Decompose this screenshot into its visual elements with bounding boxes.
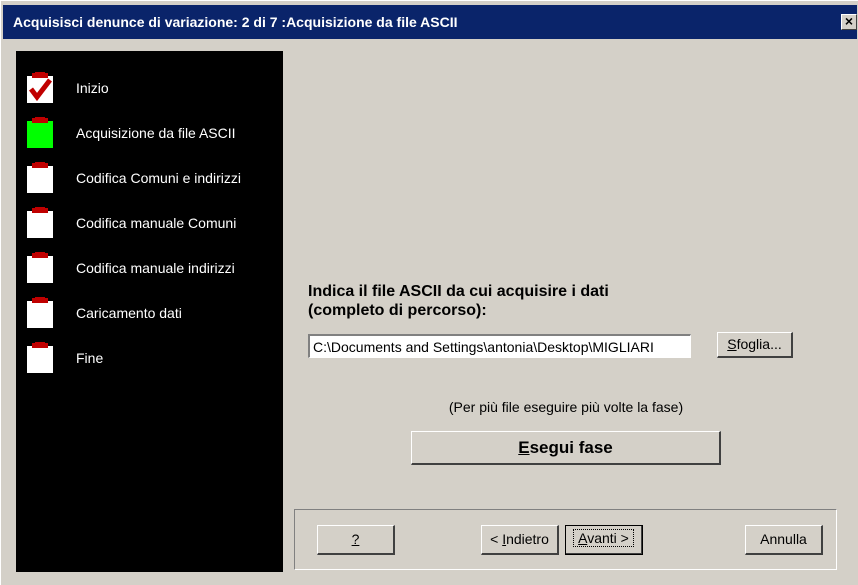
file-prompt: Indica il file ASCII da cui acquisire i … <box>308 282 728 320</box>
file-prompt-line1: Indica il file ASCII da cui acquisire i … <box>308 283 609 300</box>
clipboard-icon <box>27 342 53 373</box>
step-label: Inizio <box>76 80 109 96</box>
clipboard-icon <box>27 297 53 328</box>
step-label: Codifica Comuni e indirizzi <box>76 170 241 186</box>
step-label: Fine <box>76 350 104 366</box>
clipboard-check-icon <box>27 72 53 103</box>
step-label: Codifica manuale Comuni <box>76 215 237 231</box>
step-caricamento-dati: Caricamento dati <box>26 293 281 333</box>
back-label: ndietro <box>506 531 549 547</box>
next-focus: Avanti > <box>573 529 634 547</box>
browse-button[interactable]: Sfoglia... <box>717 332 793 358</box>
next-label: vanti > <box>587 530 629 546</box>
hint-text: (Per più file eseguire più volte la fase… <box>448 399 684 415</box>
clipboard-icon <box>27 207 53 238</box>
file-path-input[interactable] <box>308 334 691 358</box>
next-accel: A <box>578 530 588 546</box>
step-label: Caricamento dati <box>76 305 182 321</box>
run-label: segui fase <box>529 438 613 457</box>
help-label: ? <box>351 531 360 547</box>
step-acquisizione: Acquisizione da file ASCII <box>26 113 281 153</box>
clipboard-active-icon <box>27 117 53 148</box>
step-codifica-comuni-indirizzi: Codifica Comuni e indirizzi <box>26 158 281 198</box>
run-accel: E <box>518 438 530 457</box>
close-icon: × <box>844 13 854 29</box>
run-phase-button[interactable]: Esegui fase <box>411 431 721 465</box>
next-button[interactable]: Avanti > <box>565 525 643 555</box>
file-prompt-line2: (completo di percorso): <box>308 302 487 319</box>
cancel-button[interactable]: Annulla <box>745 525 823 555</box>
title-bar[interactable]: Acquisisci denunce di variazione: 2 di 7… <box>3 5 857 39</box>
step-codifica-manuale-comuni: Codifica manuale Comuni <box>26 203 281 243</box>
steps-panel: Inizio Acquisizione da file ASCII Codifi… <box>16 51 283 572</box>
close-button[interactable]: × <box>841 14 857 30</box>
clipboard-icon <box>27 252 53 283</box>
wizard-window: Acquisisci denunce di variazione: 2 di 7… <box>0 0 858 585</box>
step-inizio: Inizio <box>26 68 281 108</box>
window-title: Acquisisci denunce di variazione: 2 di 7… <box>13 14 458 30</box>
clipboard-icon <box>27 162 53 193</box>
browse-accel: S <box>727 336 737 352</box>
cancel-label: Annulla <box>760 531 807 547</box>
back-button[interactable]: < Indietro <box>481 525 559 555</box>
step-codifica-manuale-indirizzi: Codifica manuale indirizzi <box>26 248 281 288</box>
browse-label: foglia... <box>736 336 782 352</box>
back-prefix: < <box>490 531 503 547</box>
step-fine: Fine <box>26 338 281 378</box>
step-label: Acquisizione da file ASCII <box>76 125 236 141</box>
step-label: Codifica manuale indirizzi <box>76 260 235 276</box>
help-button[interactable]: ? <box>317 525 395 555</box>
